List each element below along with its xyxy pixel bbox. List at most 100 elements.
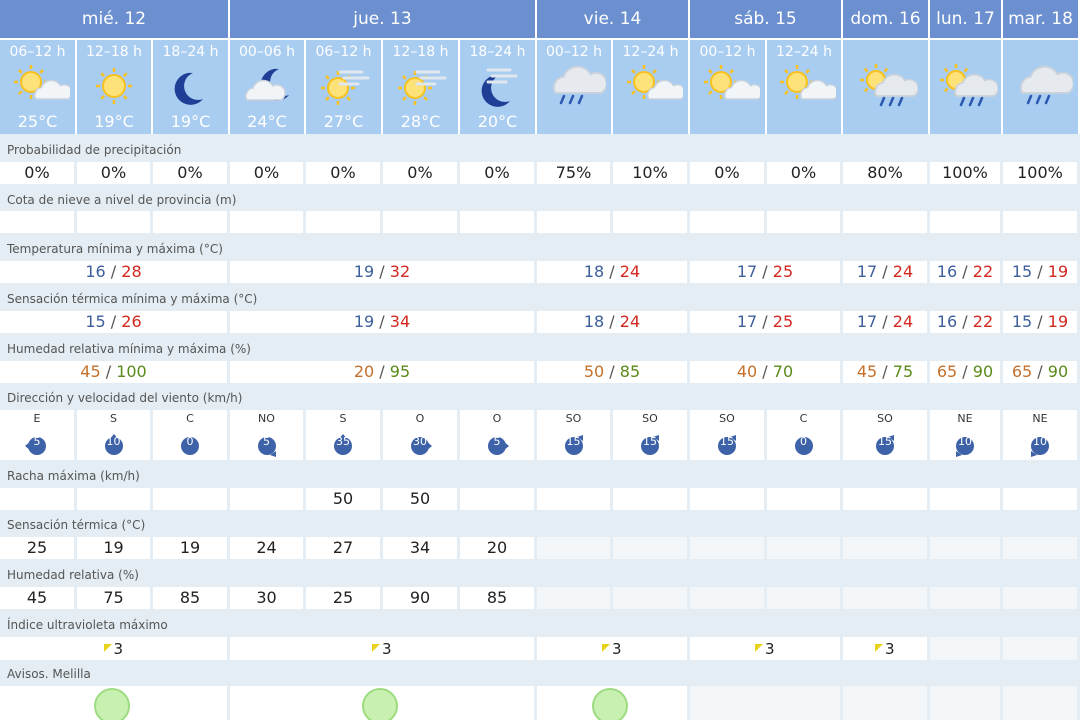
period-time: 06–12 h [315,44,372,60]
period-time: 12–18 h [392,44,449,60]
precip-cell: 100% [1003,162,1080,184]
humidity-hourly-cell [613,587,690,609]
range-max: 22 [972,262,994,281]
range-separator: / [877,262,893,281]
uv-value: 3 [755,640,775,658]
wind-cell: O 30 [383,410,460,460]
gust-cell: 50 [306,488,383,510]
period-temp: 19°C [94,112,134,131]
day-header[interactable]: mar. 18 [1003,0,1080,38]
period-temp: 24°C [247,112,287,131]
range-max: 70 [772,362,794,381]
snow-cell [306,211,383,233]
wind-speed: 15 [878,435,892,448]
snow-cell [1003,211,1080,233]
wind-cell: NO 5 [230,410,306,460]
range-max: 75 [892,362,914,381]
humidity-hourly-cell: 85 [153,587,230,609]
humidity-hourly-cell: 75 [77,587,153,609]
range-separator: / [877,362,893,381]
alert-level-icon[interactable] [362,688,398,720]
snow-cell [0,211,77,233]
feels-hourly-cell [690,537,767,559]
gust-cell [153,488,230,510]
period-header: 18–24 h 20°C [460,38,537,134]
uv-flag-icon [755,638,763,656]
gust-cell [0,488,77,510]
snow-cell [153,211,230,233]
range-min: 16 [85,262,106,281]
gust-cell [930,488,1003,510]
period-header [843,38,930,134]
temp-range-cell: 16 / 28 [0,261,230,283]
range-min: 17 [736,262,758,281]
range-min: 16 [936,312,958,331]
gust-cell [767,488,843,510]
wind-speed: 35 [336,435,350,448]
range-separator: / [100,362,117,381]
wind-speed: 0 [800,435,807,448]
range-min: 50 [583,362,605,381]
range-separator: / [604,262,620,281]
range-min: 15 [1011,312,1033,331]
period-header: 12–18 h 28°C [383,38,460,134]
range-max: 24 [892,312,914,331]
range-separator: / [1032,262,1048,281]
range-min: 18 [583,262,605,281]
humidity-hourly-cell: 90 [383,587,460,609]
period-time: 00–12 h [546,44,602,60]
feels-range-cell: 18 / 24 [537,311,690,333]
day-header[interactable]: jue. 13 [230,0,537,38]
day-label: sáb. 15 [734,9,797,29]
range-min: 16 [936,262,958,281]
range-max: 19 [1047,312,1069,331]
uv-flag-icon [103,638,112,656]
range-separator: / [757,362,773,381]
temp-range-cell: 15 / 19 [1003,261,1080,283]
row-label: Racha máxima (km/h) [7,469,140,483]
feels-hourly-cell: 19 [153,537,230,559]
humidity-hourly-cell: 25 [306,587,383,609]
day-header[interactable]: lun. 17 [930,0,1003,38]
wind-direction: SO [565,412,582,425]
day-header[interactable]: vie. 14 [537,0,690,38]
period-temp: 25°C [17,112,58,131]
period-temp: 20°C [477,112,518,131]
alert-level-icon[interactable] [94,688,130,720]
alert-level-icon[interactable] [592,688,628,720]
range-separator: / [105,262,122,281]
range-separator: / [374,262,390,281]
range-min: 15 [1011,262,1033,281]
humidity-hourly-cell [690,587,767,609]
feels-hourly-cell: 25 [0,537,77,559]
wind-direction: C [186,412,194,425]
uv-cell: 3 [690,637,843,660]
range-min: 40 [736,362,758,381]
humidity-hourly-cell [537,587,613,609]
snow-cell [690,211,767,233]
day-header[interactable]: mié. 12 [0,0,230,38]
day-header[interactable]: sáb. 15 [690,0,843,38]
range-separator: / [757,262,773,281]
wind-direction: S [110,412,117,425]
row-label: Cota de nieve a nivel de provincia (m) [7,193,237,207]
period-time: 18–24 h [469,44,526,60]
gust-cell [843,488,930,510]
day-header[interactable]: dom. 16 [843,0,930,38]
gust-cell: 50 [383,488,460,510]
humidity-hourly-cell [1003,587,1080,609]
range-max: 19 [1047,262,1069,281]
row-label: Humedad relativa (%) [7,568,139,582]
range-max: 26 [121,312,142,331]
feels-range-cell: 15 / 19 [1003,311,1080,333]
period-time: 00–06 h [239,44,295,60]
gust-cell [1003,488,1080,510]
range-max: 32 [389,262,411,281]
day-label: vie. 14 [583,9,642,29]
day-label: dom. 16 [850,9,921,29]
snow-cell [767,211,843,233]
wind-speed: 15 [643,435,657,448]
range-min: 15 [85,312,106,331]
uv-cell: 3 [843,637,930,660]
wind-cell: NE 10 [930,410,1003,460]
